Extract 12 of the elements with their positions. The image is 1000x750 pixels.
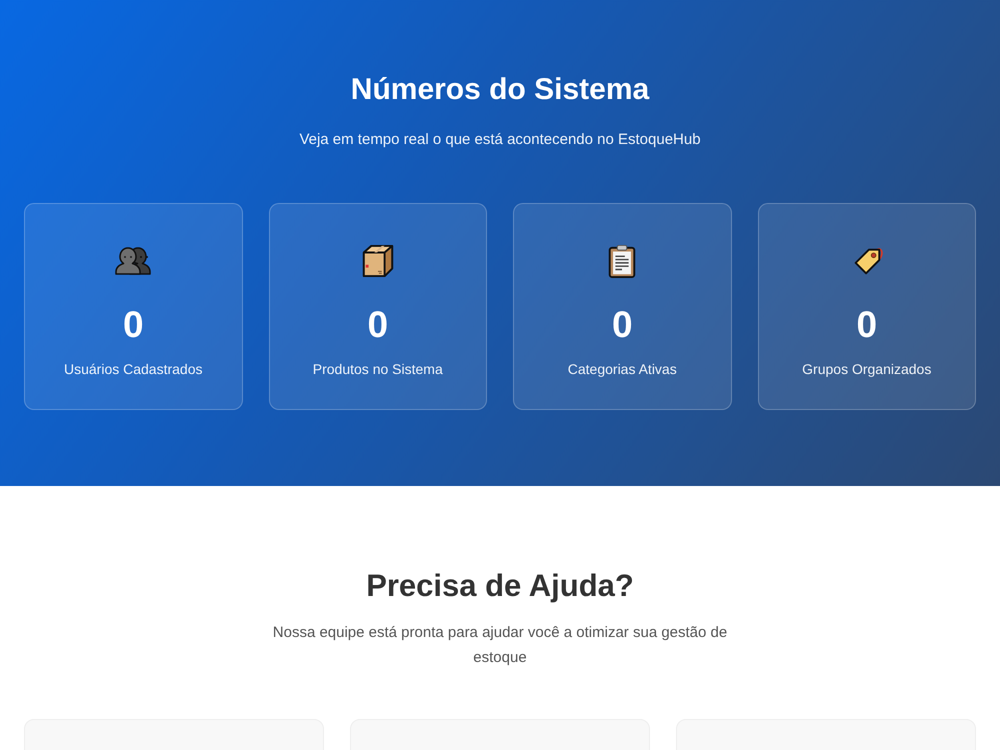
stat-label: Categorias Ativas — [568, 360, 677, 379]
stat-value: 0 — [856, 303, 878, 347]
section-subtitle: Veja em tempo real o que está acontecendo no EstoqueHub — [299, 130, 701, 150]
stat-value: 0 — [612, 303, 633, 347]
stat-label: Usuários Cadastrados — [64, 360, 202, 379]
section-title: Precisa de Ajuda? — [366, 568, 634, 604]
section-description: Nossa equipe está pronta para ajudar você a otimizar sua gestão de estoque — [272, 623, 728, 668]
section-title: Números do Sistema — [350, 72, 650, 108]
stat-value: 0 — [367, 303, 388, 347]
stat-label: Grupos Organizados — [802, 360, 932, 379]
stat-label: Produtos no Sistema — [312, 360, 443, 379]
stat-value: 0 — [122, 303, 144, 347]
